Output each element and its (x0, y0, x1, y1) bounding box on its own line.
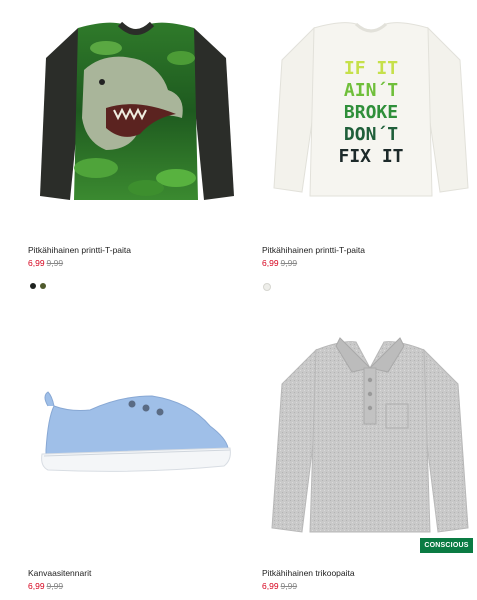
original-price: 9,99 (46, 581, 64, 591)
print-line-3: BROKE (344, 102, 398, 123)
color-swatch[interactable] (30, 283, 36, 289)
product-price: 6,99 9,99 (262, 258, 297, 268)
conscious-badge: CONSCIOUS (420, 538, 473, 553)
slogan-print-tshirt-image[interactable]: IF IT AIN´T BROKE DON´T FIX IT (272, 20, 470, 200)
sale-price: 6,99 (262, 581, 279, 591)
product-title[interactable]: Pitkähihainen printti-T-paita (262, 245, 365, 255)
product-price: 6,99 9,99 (28, 258, 63, 268)
original-price: 9,99 (280, 581, 298, 591)
product-card[interactable]: CONSCIOUS Pitkähihainen trikoopaita 6,99… (238, 300, 477, 600)
dinosaur-print-tshirt-image[interactable] (36, 18, 236, 206)
color-swatch[interactable] (263, 283, 271, 291)
print-line-2: AIN´T (344, 80, 398, 101)
product-price: 6,99 9,99 (28, 581, 63, 591)
product-card[interactable]: IF IT AIN´T BROKE DON´T FIX IT Pitkähiha… (238, 0, 477, 300)
print-line-4: DON´T (344, 124, 398, 145)
product-title[interactable]: Pitkähihainen trikoopaita (262, 568, 355, 578)
sale-price: 6,99 (28, 258, 45, 268)
original-price: 9,99 (280, 258, 298, 268)
product-card[interactable]: Kanvaasitennarit 6,99 9,99 (0, 300, 238, 600)
color-swatch[interactable] (40, 283, 46, 289)
polo-shirt-image[interactable] (270, 328, 470, 534)
color-swatches (263, 283, 271, 291)
product-title[interactable]: Kanvaasitennarit (28, 568, 91, 578)
sale-price: 6,99 (262, 258, 279, 268)
product-card[interactable]: Pitkähihainen printti-T-paita 6,99 9,99 (0, 0, 238, 300)
product-price: 6,99 9,99 (262, 581, 297, 591)
canvas-sneaker-image[interactable] (40, 388, 232, 478)
original-price: 9,99 (46, 258, 64, 268)
sale-price: 6,99 (28, 581, 45, 591)
print-line-1: IF IT (344, 58, 398, 79)
product-title[interactable]: Pitkähihainen printti-T-paita (28, 245, 131, 255)
color-swatches (30, 283, 46, 289)
print-line-5: FIX IT (338, 146, 403, 167)
